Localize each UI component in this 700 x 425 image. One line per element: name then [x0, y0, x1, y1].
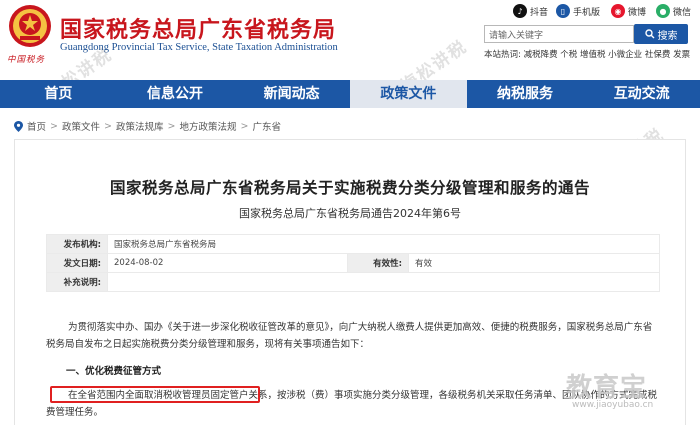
breadcrumb-separator: > [240, 120, 249, 132]
breadcrumb-guangdong[interactable]: 广东省 [252, 119, 281, 133]
breadcrumb-policy-library[interactable]: 政策法规库 [116, 119, 164, 133]
issuer-value: 国家税务总局广东省税务局 [107, 234, 660, 254]
nav-item-tax-service[interactable]: 纳税服务 [467, 80, 584, 108]
weibo-icon: ◉ [611, 4, 625, 18]
breadcrumb-separator: > [50, 120, 58, 132]
nav-item-policy[interactable]: 政策文件 [350, 80, 467, 108]
document-number: 国家税务总局广东省税务局通告2024年第6号 [239, 207, 461, 220]
hotwords-label: 本站热词: [484, 50, 521, 60]
date-label: 发文日期: [46, 253, 108, 273]
brand-watermark-url: www.jiaoyubao.cn [572, 400, 654, 410]
nav-item-interaction[interactable]: 互动交流 [583, 80, 700, 108]
breadcrumb-home[interactable]: 首页 [27, 119, 46, 133]
hotwords: 本站热词: 减税降费 个税 增值税 小微企业 社保费 发票 [484, 49, 694, 62]
social-weibo[interactable]: ◉ 微博 [611, 4, 646, 18]
document-meta-table: 发布机构: 国家税务总局广东省税务局 发文日期: 2024-08-02 有效性:… [46, 234, 660, 292]
nav-item-news[interactable]: 新闻动态 [233, 80, 350, 108]
hotwords-list[interactable]: 减税降费 个税 增值税 小微企业 社保费 发票 [524, 50, 691, 60]
search-icon [644, 29, 654, 39]
section-heading: 一、优化税费征管方式 [66, 366, 162, 377]
note-label: 补充说明: [46, 272, 108, 292]
mobile-icon: ▯ [556, 4, 570, 18]
issuer-label: 发布机构: [46, 234, 108, 254]
main-nav: 首页 信息公开 新闻动态 政策文件 纳税服务 互动交流 [0, 80, 700, 108]
search-input[interactable]: 请输入关键字 [484, 25, 634, 43]
wechat-icon: ● [656, 4, 670, 18]
douyin-icon: ♪ [513, 4, 527, 18]
breadcrumb: 首页 > 政策文件 > 政策法规库 > 地方政策法规 > 广东省 [14, 119, 281, 133]
breadcrumb-separator: > [167, 120, 176, 132]
search-button[interactable]: 搜索 [634, 24, 688, 44]
social-wechat[interactable]: ● 微信 [656, 4, 691, 18]
date-value: 2024-08-02 [107, 253, 348, 273]
intro-paragraph: 为贯彻落实中办、国办《关于进一步深化税收征管改革的意见》，向广大纳税人缴费人提供… [46, 322, 653, 350]
location-pin-icon [14, 120, 23, 132]
breadcrumb-policy[interactable]: 政策文件 [62, 119, 100, 133]
emblem-caption: 中国税务 [7, 55, 46, 65]
national-emblem-icon [9, 5, 51, 47]
breadcrumb-separator: > [104, 120, 112, 132]
nav-item-info-disclosure[interactable]: 信息公开 [117, 80, 234, 108]
social-douyin[interactable]: ♪ 抖音 [513, 4, 548, 18]
social-mobile[interactable]: ▯ 手机版 [556, 4, 600, 18]
red-highlight-box [50, 386, 260, 403]
validity-label: 有效性: [347, 253, 409, 273]
breadcrumb-local-policy[interactable]: 地方政策法规 [179, 119, 236, 133]
brand-watermark: 教育宝 [566, 373, 648, 403]
document-title: 国家税务总局广东省税务局关于实施税费分类分级管理和服务的通告 [109, 179, 590, 197]
nav-item-home[interactable]: 首页 [0, 80, 117, 108]
validity-value: 有效 [408, 253, 660, 273]
note-value [107, 272, 660, 292]
